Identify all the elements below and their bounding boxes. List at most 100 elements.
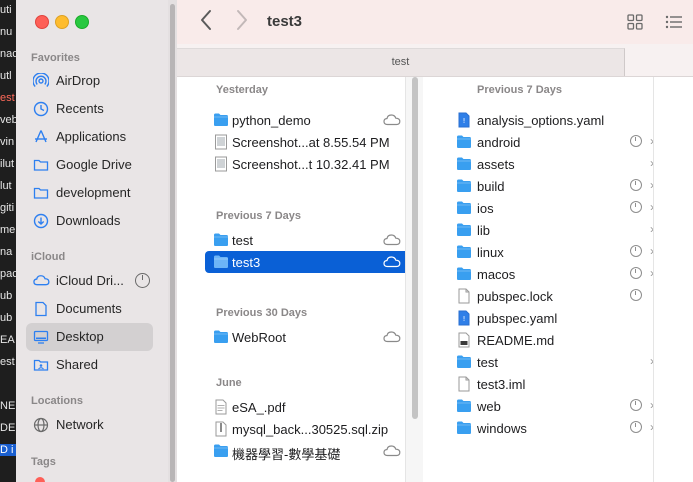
clock-icon [33, 101, 49, 117]
item-name: eSA_.pdf [232, 400, 286, 415]
zoom-window-button[interactable] [75, 15, 89, 29]
sidebar-item-label: Google Drive [56, 157, 132, 172]
item-name: test [477, 355, 498, 370]
item-name: WebRoot [232, 330, 286, 345]
file-row[interactable]: pubspec.lock [448, 285, 658, 307]
download-progress-icon [630, 421, 642, 433]
item-name: lib [477, 223, 491, 238]
item-name: 機器學習-數學基礎 [232, 447, 341, 462]
file-row[interactable]: ! analysis_options.yaml [448, 109, 658, 131]
folder-row[interactable]: ios › [448, 197, 658, 219]
file-row[interactable]: Screenshot...at 8.55.54 PM [205, 131, 415, 153]
forward-button[interactable] [235, 8, 249, 35]
folder-icon [456, 200, 472, 215]
folder-row[interactable]: assets › [448, 153, 658, 175]
folder-row[interactable]: test › [205, 229, 415, 251]
sidebar-item-development[interactable]: development [26, 179, 153, 207]
sidebar-heading-icloud: iCloud [31, 251, 66, 263]
group-heading: Previous 7 Days [216, 210, 301, 222]
item-name: Screenshot...t 10.32.41 PM [232, 157, 390, 172]
sidebar-item-icloud-dri[interactable]: iCloud Dri... [26, 267, 153, 295]
group-heading: Previous 30 Days [216, 307, 308, 319]
folder-row[interactable]: build › [448, 175, 658, 197]
document-icon [33, 301, 49, 317]
background-window-strip: uti nu nac utl est veb vin ilut lut giti me na pac ub… [0, 0, 16, 482]
file-row[interactable]: ! pubspec.yaml [448, 307, 658, 329]
background-text-fragment: nac [0, 48, 16, 60]
file-row[interactable]: mysql_back...30525.sql.zip [205, 418, 415, 440]
folder-row[interactable]: lib › [448, 219, 658, 241]
folder-row[interactable]: web › [448, 395, 658, 417]
background-text-fragment: utl [0, 70, 12, 82]
sidebar-item-network[interactable]: Network [26, 411, 153, 439]
folder-row[interactable]: python_demo › [205, 109, 415, 131]
sidebar-item-label: Applications [56, 129, 127, 144]
background-text-fragment: uti [0, 4, 12, 16]
sidebar-item-documents[interactable]: Documents [26, 295, 153, 323]
sidebar-item-applications[interactable]: Applications [26, 123, 153, 151]
folder-icon [213, 112, 229, 127]
sidebar-item-google-drive[interactable]: Google Drive [26, 151, 153, 179]
desktop-icon [33, 329, 49, 345]
sidebar-item-label: AirDrop [56, 73, 101, 88]
background-text-fragment: D i [0, 444, 16, 456]
path-tab[interactable]: test [177, 48, 625, 76]
applications-icon [33, 129, 49, 145]
background-text-fragment: DEN [0, 422, 16, 434]
folder-row[interactable]: test3 › [205, 251, 415, 273]
sidebar-item-label: Shared [56, 357, 98, 372]
column-1-scrollbar[interactable] [405, 77, 425, 482]
file-row[interactable]: README.md [448, 329, 658, 351]
window-title: test3 [267, 13, 303, 30]
toolbar: test3 [177, 0, 693, 44]
background-text-fragment: lut [0, 180, 12, 192]
sidebar: Favorites AirDrop Recents Applications G… [16, 0, 177, 482]
item-name: macos [477, 267, 516, 282]
column-1-scrollbar-thumb[interactable] [412, 77, 418, 419]
folder-icon [456, 266, 472, 281]
sidebar-scrollbar-thumb[interactable] [170, 4, 175, 482]
back-button[interactable] [199, 8, 213, 38]
close-window-button[interactable] [35, 15, 49, 29]
sidebar-item-desktop[interactable]: Desktop [26, 323, 153, 351]
background-text-fragment: EA [0, 334, 15, 346]
item-name: Screenshot...at 8.55.54 PM [232, 135, 390, 150]
sidebar-item-downloads[interactable]: Downloads [26, 207, 153, 235]
sidebar-item-airdrop[interactable]: AirDrop [26, 67, 153, 95]
sidebar-item-shared[interactable]: Shared [26, 351, 153, 379]
network-icon [33, 417, 49, 433]
folder-icon [213, 232, 229, 247]
file-row[interactable]: Screenshot...t 10.32.41 PM [205, 153, 415, 175]
background-text-fragment: ilut [0, 158, 15, 170]
icloud-status-icon [383, 330, 401, 344]
sidebar-scrollbar[interactable] [168, 0, 177, 482]
folder-icon [213, 329, 229, 344]
background-text-fragment: veb [0, 114, 16, 126]
item-name: android [477, 135, 521, 150]
path-bar: test [177, 44, 693, 77]
folder-row[interactable]: windows › [448, 417, 658, 439]
file-row[interactable]: test3.iml [448, 373, 658, 395]
folder-icon [456, 244, 472, 259]
cloud-icon [33, 273, 50, 289]
folder-icon [456, 398, 472, 413]
item-name: test3 [232, 255, 261, 270]
folder-row[interactable]: WebRoot › [205, 326, 415, 348]
folder-row[interactable]: 機器學習-數學基礎 › [205, 440, 415, 462]
file-row[interactable]: eSA_.pdf [205, 396, 415, 418]
folder-row[interactable]: macos › [448, 263, 658, 285]
sidebar-item-recents[interactable]: Recents [26, 95, 153, 123]
folder-row[interactable]: android › [448, 131, 658, 153]
shared-folder-icon [33, 357, 49, 373]
red-tag-icon[interactable] [35, 477, 45, 482]
list-view-icon[interactable] [665, 14, 683, 33]
minimize-window-button[interactable] [55, 15, 69, 29]
background-text-fragment: me [0, 224, 16, 236]
grid-view-icon[interactable] [627, 14, 643, 33]
item-name: pubspec.yaml [477, 311, 558, 326]
airdrop-icon [32, 72, 50, 89]
folder-row[interactable]: test › [448, 351, 658, 373]
sidebar-item-label: Downloads [56, 213, 121, 228]
folder-row[interactable]: linux › [448, 241, 658, 263]
download-progress-icon [630, 267, 642, 279]
